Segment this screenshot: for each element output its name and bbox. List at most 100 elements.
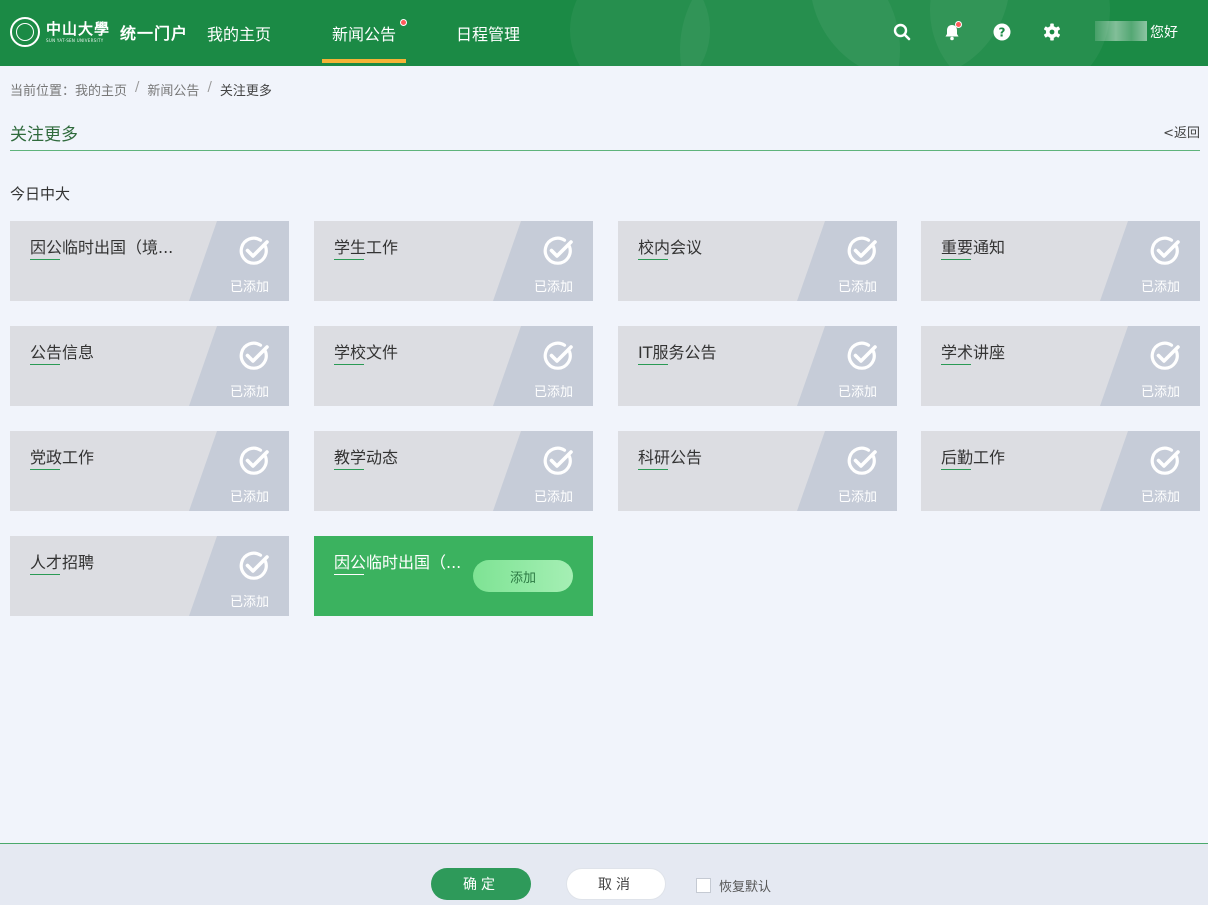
breadcrumb-separator: / [207,80,212,95]
card-label: 教学动态 [334,448,399,467]
restore-default-label: 恢复默认 [719,880,772,895]
subscription-card[interactable]: 学生工作已添加 [314,221,593,301]
portal-title: 统一门户 [120,24,189,43]
card-label: 后勤工作 [941,448,1006,467]
subscription-card[interactable]: 人才招聘已添加 [10,536,289,616]
footer-bar: 确定 取消 恢复默认 [0,843,1208,905]
seal-icon [10,17,40,47]
back-link[interactable]: <返回 [1163,122,1200,141]
subscription-card-pending: 因公临时出国（... 添加 [314,536,593,616]
card-underline [638,259,668,260]
subscription-card[interactable]: 公告信息已添加 [10,326,289,406]
nav-label: 新闻公告 [331,25,396,44]
card-label: 学生工作 [334,238,399,257]
check-circle-icon [1150,236,1180,265]
card-label: 因公临时出国（境... [30,238,174,257]
card-status: 已添加 [229,490,269,505]
subscription-card[interactable]: 党政工作 已添加 [10,431,289,511]
check-circle-icon [543,446,573,475]
breadcrumb-current: 关注更多 [219,84,272,99]
breadcrumb-news[interactable]: 新闻公告 [147,80,199,99]
logo-name-en: SUN YAT-SEN UNIVERSITY [46,38,104,43]
top-header: 中山大學 SUN YAT-SEN UNIVERSITY 统一门户 我的主页 新闻… [0,0,1208,66]
card-label: 学术讲座 [941,343,1006,362]
card-status: 已添加 [837,280,877,295]
card-status: 已添加 [1140,280,1180,295]
restore-default-checkbox[interactable] [696,878,711,893]
card-label: 科研公告 [638,448,703,467]
card-status: 已添加 [837,385,877,400]
card-underline [30,259,60,260]
breadcrumb-prefix: 当前位置： [10,84,76,99]
gear-icon[interactable] [1042,22,1062,42]
card-status: 已添加 [1140,385,1180,400]
card-underline [334,469,364,470]
nav-label: 我的主页 [206,25,271,44]
card-underline [30,574,60,575]
card-underline [638,469,668,470]
card-status: 已添加 [229,595,269,610]
card-label: 学校文件 [334,343,399,362]
page-title: 关注更多 [10,125,78,145]
card-label: 公告信息 [30,343,95,362]
nav-news[interactable]: 新闻公告 [322,0,407,66]
divider [10,150,1200,151]
card-label: IT服务公告 [638,343,717,362]
check-circle-icon [239,236,269,265]
restore-default[interactable]: 恢复默认 [696,876,771,895]
subscription-card[interactable]: 科研公告 已添加 [618,431,897,511]
card-underline [941,469,971,470]
notification-dot [955,21,962,28]
add-button[interactable]: 添加 [473,560,573,592]
subscription-card[interactable]: IT服务公告已添加 [618,326,897,406]
card-label: 人才招聘 [30,553,95,572]
avatar[interactable] [1095,21,1147,41]
check-circle-icon [239,551,269,580]
subscription-card[interactable]: 校内会议 已添加 [618,221,897,301]
card-underline [334,574,364,575]
breadcrumb-home[interactable]: 我的主页 [75,84,127,99]
card-status: 已添加 [533,490,573,505]
check-circle-icon [1150,341,1180,370]
section-title: 今日中大 [10,185,71,203]
card-underline [30,469,60,470]
breadcrumb: 当前位置：我的主页 / 新闻公告 / 关注更多 [10,80,272,99]
check-circle-icon [847,446,877,475]
card-status: 已添加 [533,385,573,400]
card-underline [941,364,971,365]
card-underline [941,259,971,260]
subscription-card[interactable]: 重要通知已添加 [921,221,1200,301]
cancel-button[interactable]: 取消 [566,868,666,900]
subscription-card[interactable]: 后勤工作已添加 [921,431,1200,511]
university-logo[interactable]: 中山大學 SUN YAT-SEN UNIVERSITY 统一门户 [10,14,188,50]
subscription-card[interactable]: 学术讲座已添加 [921,326,1200,406]
card-status: 已添加 [533,280,573,295]
check-circle-icon [543,236,573,265]
card-status: 已添加 [1140,490,1180,505]
card-underline [638,364,668,365]
nav-my-home[interactable]: 我的主页 [196,0,282,66]
card-underline [30,364,60,365]
svg-text:?: ? [999,26,1006,40]
logo-name-cn: 中山大學 [46,20,111,38]
breadcrumb-separator: / [135,80,140,95]
check-circle-icon [543,341,573,370]
card-underline [334,259,364,260]
check-circle-icon [239,341,269,370]
subscription-card[interactable]: 教学动态已添加 [314,431,593,511]
nav-schedule[interactable]: 日程管理 [446,0,530,66]
check-circle-icon [847,236,877,265]
nav-label: 日程管理 [455,25,520,44]
subscription-card[interactable]: 因公临时出国（境... 已添加 [10,221,289,301]
subscription-card[interactable]: 学校文件已添加 [314,326,593,406]
help-icon[interactable]: ? [992,22,1012,42]
confirm-button[interactable]: 确定 [431,868,531,900]
notification-dot [400,19,407,26]
card-status: 已添加 [229,280,269,295]
card-label: 重要通知 [941,238,1006,257]
check-circle-icon [239,446,269,475]
user-greeting: 您好 [1150,25,1178,41]
search-icon[interactable] [892,22,912,42]
bell-icon[interactable] [942,21,962,42]
card-status: 已添加 [229,385,269,400]
